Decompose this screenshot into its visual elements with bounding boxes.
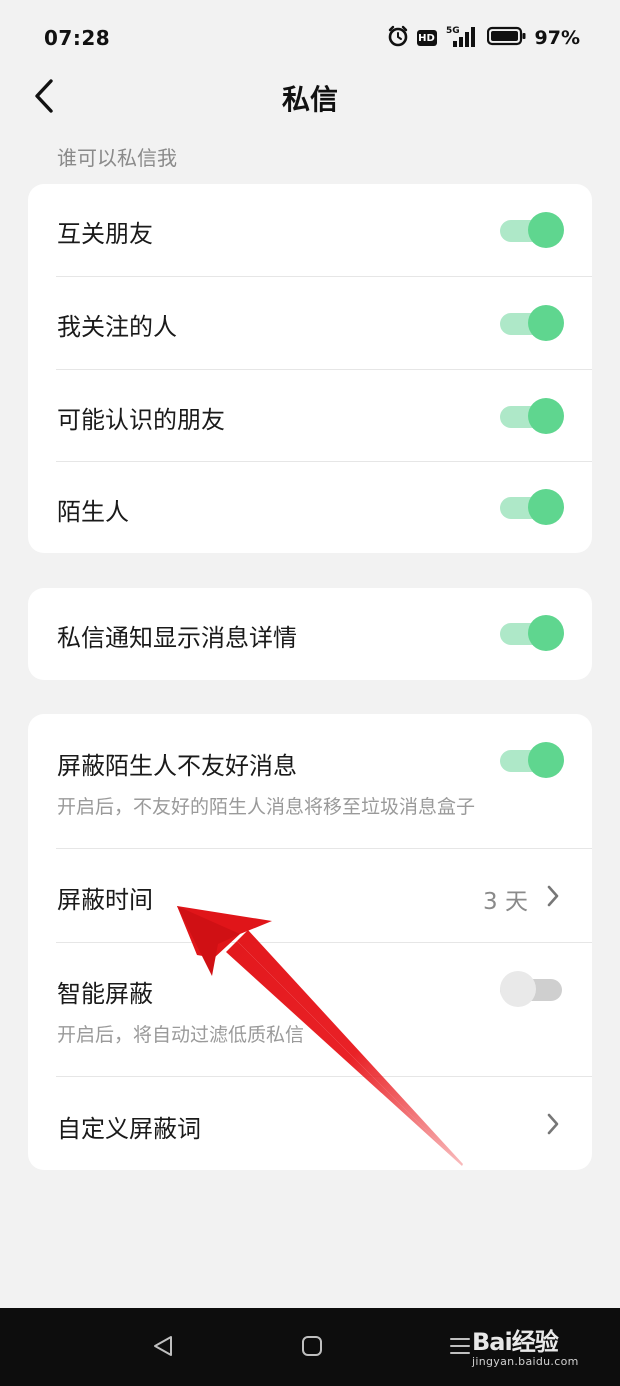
watermark-url: jingyan.baidu.com — [472, 1355, 579, 1368]
card-who-can-message: 互关朋友 我关注的人 可能认识的朋友 陌生人 — [28, 184, 592, 553]
row-following[interactable]: 我关注的人 — [56, 276, 592, 369]
row-block-time[interactable]: 屏蔽时间 3 天 — [56, 848, 592, 942]
row-label: 屏蔽陌生人不友好消息 — [57, 752, 297, 780]
section-label-who-can-message: 谁可以私信我 — [57, 146, 177, 170]
toggle-following[interactable] — [500, 305, 564, 341]
row-label: 可能认识的朋友 — [57, 406, 225, 434]
row-mutual-friends[interactable]: 互关朋友 — [56, 184, 592, 276]
status-time: 07:28 — [44, 26, 111, 50]
nav-back-icon[interactable] — [151, 1334, 175, 1358]
status-bar: 07:28 HD 5G 97% — [0, 0, 620, 76]
alarm-clock-icon — [387, 25, 409, 51]
nav-home-icon[interactable] — [301, 1335, 323, 1357]
toggle-smart-block[interactable] — [500, 971, 564, 1007]
row-block-unfriendly[interactable]: 屏蔽陌生人不友好消息 开启后，不友好的陌生人消息将移至垃圾消息盒子 — [56, 714, 592, 848]
row-may-know[interactable]: 可能认识的朋友 — [56, 369, 592, 461]
toggle-block-unfriendly[interactable] — [500, 742, 564, 778]
toggle-mutual-friends[interactable] — [500, 212, 564, 248]
network-type: 5G — [446, 26, 460, 36]
hd-icon: HD — [416, 30, 437, 46]
row-sub: 开启后，不友好的陌生人消息将移至垃圾消息盒子 — [57, 796, 476, 818]
watermark-logo: Bai经验 — [472, 1328, 559, 1356]
row-label: 自定义屏蔽词 — [57, 1115, 201, 1143]
row-sub: 开启后，将自动过滤低质私信 — [57, 1024, 305, 1046]
block-time-value: 3 天 — [483, 889, 528, 915]
row-notification-details[interactable]: 私信通知显示消息详情 — [56, 588, 592, 680]
signal-5g-icon: 5G — [445, 24, 479, 52]
nav-recents-icon[interactable] — [449, 1335, 471, 1357]
page-title: 私信 — [281, 83, 338, 116]
row-label: 屏蔽时间 — [57, 886, 153, 914]
row-label: 互关朋友 — [57, 220, 153, 248]
row-label: 陌生人 — [57, 498, 129, 526]
row-label: 智能屏蔽 — [57, 980, 153, 1008]
toggle-notification-details[interactable] — [500, 615, 564, 651]
card-blocking: 屏蔽陌生人不友好消息 开启后，不友好的陌生人消息将移至垃圾消息盒子 屏蔽时间 3… — [28, 714, 592, 1170]
row-label: 我关注的人 — [57, 313, 177, 341]
row-label: 私信通知显示消息详情 — [57, 624, 297, 652]
system-nav-bar: Bai经验 jingyan.baidu.com — [0, 1308, 620, 1386]
baidu-jingyan-watermark: Bai经验 jingyan.baidu.com — [472, 1322, 579, 1368]
row-custom-words[interactable]: 自定义屏蔽词 — [56, 1076, 592, 1170]
toggle-strangers[interactable] — [500, 489, 564, 525]
row-smart-block[interactable]: 智能屏蔽 开启后，将自动过滤低质私信 — [56, 942, 592, 1076]
battery-icon — [486, 26, 527, 50]
battery-percent: 97% — [534, 27, 580, 49]
status-icons: HD 5G 97% — [387, 24, 580, 52]
chevron-right-icon — [547, 885, 559, 907]
card-notification: 私信通知显示消息详情 — [28, 588, 592, 680]
nav-header: 私信 — [0, 68, 620, 124]
toggle-may-know[interactable] — [500, 398, 564, 434]
chevron-right-icon — [547, 1113, 559, 1135]
row-strangers[interactable]: 陌生人 — [56, 461, 592, 553]
